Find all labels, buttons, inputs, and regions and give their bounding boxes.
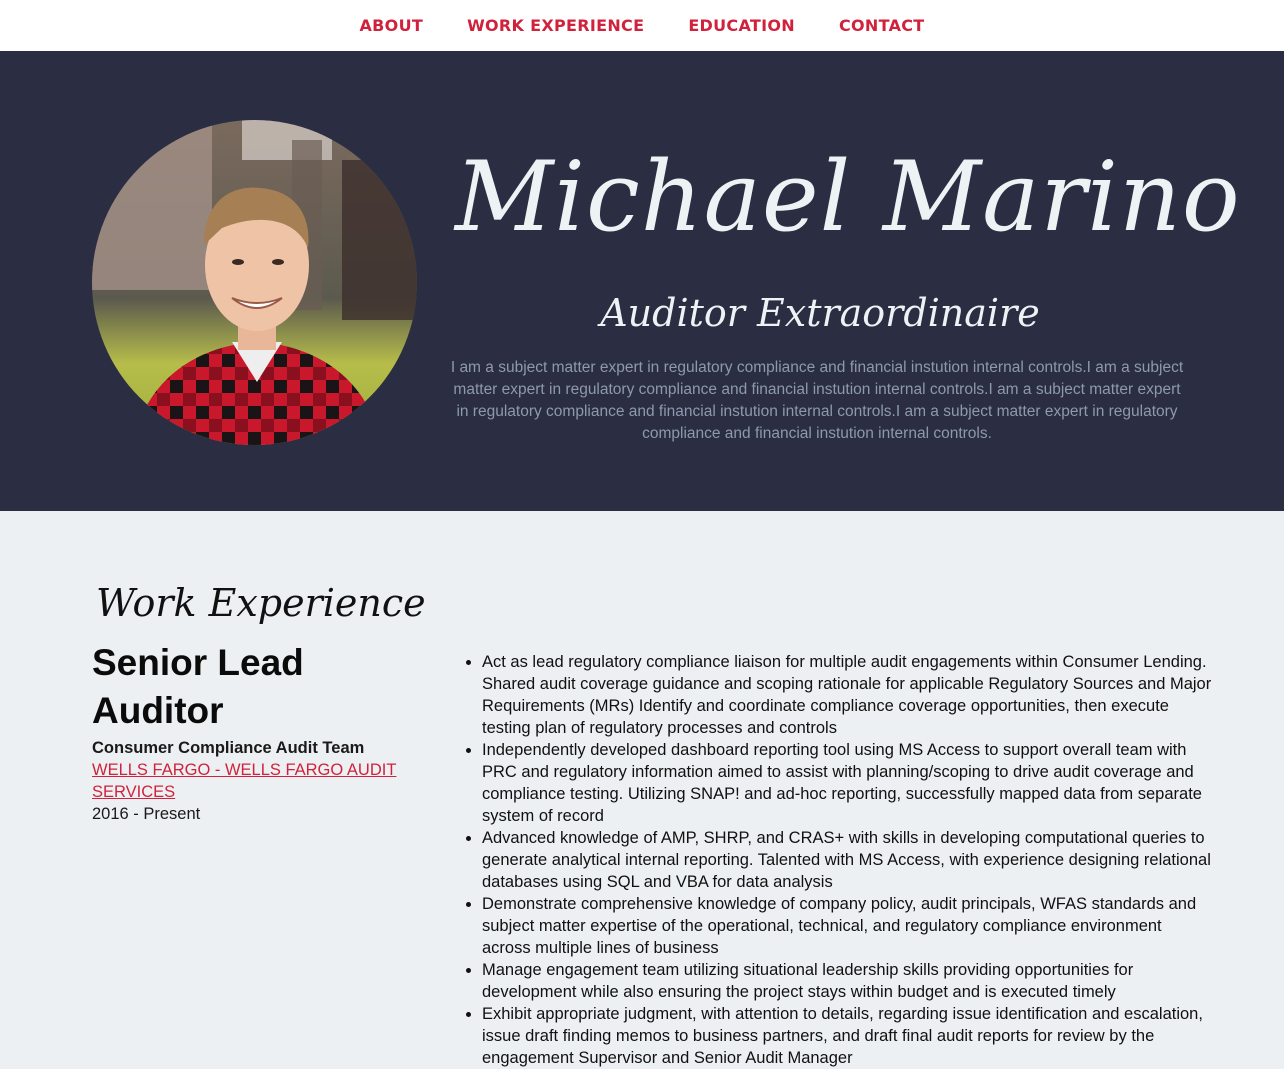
hero-name: Michael Marino	[455, 141, 1241, 253]
job-duties-list: Act as lead regulatory compliance liaiso…	[462, 651, 1212, 1069]
nav-link-education[interactable]: EDUCATION	[666, 16, 817, 35]
work-experience-section: Work Experience Senior Lead Auditor Cons…	[0, 511, 1284, 1067]
list-item: Act as lead regulatory compliance liaiso…	[482, 651, 1212, 739]
job-team: Consumer Compliance Audit Team	[92, 739, 365, 757]
hero-section: Michael Marino Auditor Extraordinaire I …	[0, 51, 1284, 511]
section-title: Work Experience	[96, 581, 426, 625]
nav-link-about[interactable]: ABOUT	[337, 16, 445, 35]
hero-bio: I am a subject matter expert in regulato…	[450, 359, 1184, 442]
top-navigation: ABOUT WORK EXPERIENCE EDUCATION CONTACT	[0, 0, 1284, 51]
job-title: Senior Lead Auditor	[92, 642, 304, 731]
list-item: Advanced knowledge of AMP, SHRP, and CRA…	[482, 827, 1212, 893]
nav-link-work-experience[interactable]: WORK EXPERIENCE	[445, 16, 666, 35]
job-dates: 2016 - Present	[92, 805, 201, 823]
company-link[interactable]: WELLS FARGO - WELLS FARGO AUDIT SERVICES	[92, 761, 396, 801]
list-item: Demonstrate comprehensive knowledge of c…	[482, 893, 1212, 959]
profile-photo-image	[92, 120, 417, 445]
nav-link-contact[interactable]: CONTACT	[817, 16, 947, 35]
job-summary: Senior Lead Auditor Consumer Compliance …	[92, 639, 412, 825]
profile-photo	[92, 120, 417, 445]
list-item: Independently developed dashboard report…	[482, 739, 1212, 827]
list-item: Exhibit appropriate judgment, with atten…	[482, 1003, 1212, 1069]
list-item: Manage engagement team utilizing situati…	[482, 959, 1212, 1003]
hero-subtitle: Auditor Extraordinaire	[600, 291, 1040, 335]
